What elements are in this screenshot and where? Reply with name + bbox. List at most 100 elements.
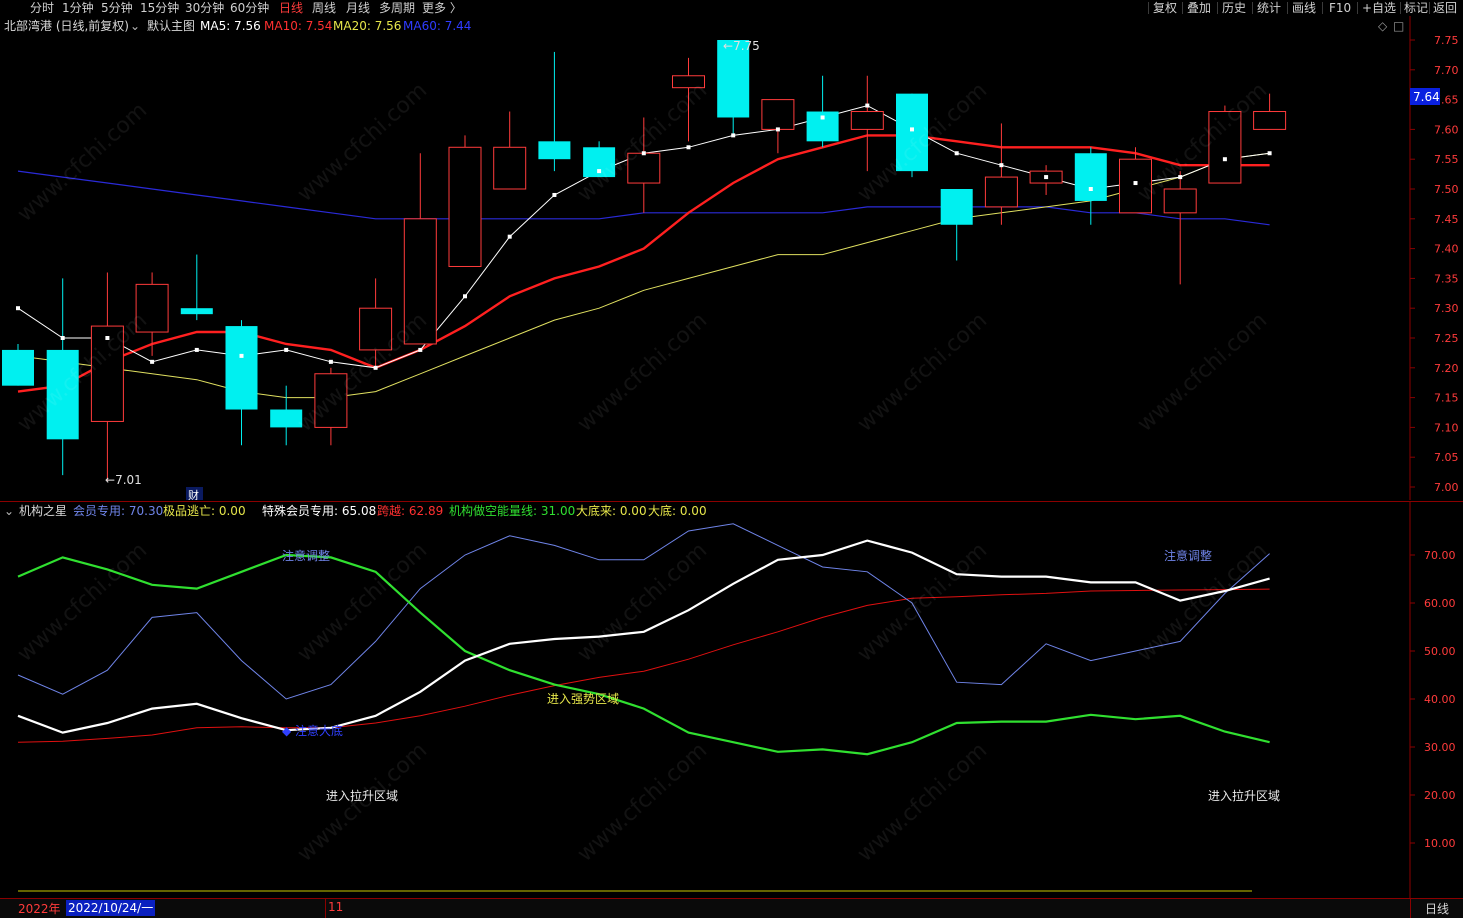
candle-body xyxy=(359,307,393,351)
energy-line xyxy=(17,553,1270,756)
axis-divider xyxy=(1410,899,1411,918)
candle[interactable] xyxy=(135,272,169,356)
low-price-label: ←7.01 xyxy=(105,473,142,487)
indicator-tick-label: 40.00 xyxy=(1424,693,1456,706)
year-label: 2022年 xyxy=(18,902,61,916)
ma5-point xyxy=(820,115,825,120)
ma5-point xyxy=(284,347,289,352)
candle[interactable] xyxy=(896,93,928,178)
indicator-tick-label: 50.00 xyxy=(1424,645,1456,658)
candle[interactable] xyxy=(359,278,393,368)
finance-badge-label: 财 xyxy=(188,488,199,500)
candle-body xyxy=(314,373,348,428)
candle[interactable] xyxy=(493,111,527,190)
ma5-point xyxy=(150,359,155,364)
indicator-chart[interactable]: 70.00 60.00 50.00 40.00 30.00 20.00 10.00 注意调整… xyxy=(0,502,1463,898)
candle[interactable] xyxy=(1208,105,1242,184)
price-tick-label: 7.40 xyxy=(1434,243,1459,256)
ma5-point xyxy=(239,353,244,358)
candle-body xyxy=(90,325,124,422)
ma5-point xyxy=(731,133,736,138)
indicator-tick-label: 10.00 xyxy=(1424,837,1456,850)
month-label: 11 xyxy=(328,900,344,914)
raise-zone-annotation-2: 进入拉升区域 xyxy=(1208,788,1280,803)
candle[interactable] xyxy=(538,51,571,172)
ma5-point xyxy=(1044,175,1049,180)
price-tick-label: 7.60 xyxy=(1434,123,1459,136)
candle-body xyxy=(1208,111,1242,184)
ma5-point xyxy=(1178,175,1183,180)
raise-zone-annotation-1: 进入拉升区域 xyxy=(326,788,398,803)
candle-body xyxy=(180,308,213,315)
price-tick-label: 7.70 xyxy=(1434,64,1459,77)
price-tick-label: 7.00 xyxy=(1434,481,1459,494)
candle[interactable] xyxy=(1029,165,1063,195)
candle-body xyxy=(135,283,169,333)
candle[interactable] xyxy=(984,123,1018,225)
indicator-tick-label: 70.00 xyxy=(1424,549,1456,562)
candle-body xyxy=(984,176,1018,208)
ma5-point xyxy=(194,347,199,352)
ma5-point xyxy=(463,294,467,299)
candle[interactable] xyxy=(270,385,303,446)
candle[interactable] xyxy=(627,117,661,213)
candle[interactable] xyxy=(2,343,34,386)
ma5-point xyxy=(641,151,646,156)
candle-body xyxy=(270,409,303,428)
special-member-line xyxy=(17,539,1270,734)
candlestick-chart[interactable]: 7.757.707.657.607.557.507.457.407.357.30… xyxy=(0,0,1463,500)
date-axis-bar: 2022年 2022/10/24/一 11 日线 xyxy=(0,898,1463,918)
candle-body xyxy=(448,146,482,267)
ma5-point xyxy=(507,234,512,239)
candle[interactable] xyxy=(806,75,839,148)
price-tick-label: 7.05 xyxy=(1434,451,1459,464)
ma5-point xyxy=(328,359,333,364)
strong-zone-annotation: 进入强势区域 xyxy=(547,692,619,706)
ma5-point xyxy=(105,336,110,340)
candle-body xyxy=(627,152,661,184)
candle[interactable] xyxy=(717,40,750,136)
ma5-point xyxy=(910,127,914,132)
candle-body xyxy=(761,99,795,130)
ma5-point xyxy=(597,169,602,174)
ma5-point xyxy=(16,306,20,311)
indicator-tick-label: 20.00 xyxy=(1424,789,1456,802)
candle[interactable] xyxy=(1163,171,1197,285)
price-tick-label: 7.15 xyxy=(1434,392,1459,405)
candle[interactable] xyxy=(314,367,348,446)
candle-body xyxy=(225,326,258,410)
member-line xyxy=(17,523,1270,700)
candle[interactable] xyxy=(180,254,213,321)
candle[interactable] xyxy=(403,153,437,345)
ma5-point xyxy=(865,103,870,108)
candle-body xyxy=(493,146,527,190)
candle-body xyxy=(896,93,928,172)
indicator-tick-label: 30.00 xyxy=(1424,741,1456,754)
candle-body xyxy=(1119,158,1152,214)
ma5-point xyxy=(999,163,1004,168)
candle[interactable] xyxy=(448,135,482,267)
price-tick-label: 7.30 xyxy=(1434,302,1459,315)
candle[interactable] xyxy=(225,320,258,446)
ma5-point xyxy=(1133,181,1138,186)
price-tick-label: 7.25 xyxy=(1434,332,1459,345)
candle-body xyxy=(940,189,973,225)
ma5-point xyxy=(1267,151,1272,156)
indicator-tick-label: 60.00 xyxy=(1424,597,1456,610)
ma5-point xyxy=(552,192,557,197)
candle-body xyxy=(46,349,79,440)
cursor-date-label: 2022/10/24/一 xyxy=(66,900,156,916)
candle[interactable] xyxy=(672,57,705,142)
candle[interactable] xyxy=(1253,93,1287,130)
ma5-point xyxy=(1222,157,1227,162)
candle[interactable] xyxy=(761,99,795,154)
candle[interactable] xyxy=(850,75,884,172)
candle[interactable] xyxy=(90,272,124,482)
candle-body xyxy=(672,75,705,89)
candle-body xyxy=(403,218,437,345)
candle-body xyxy=(850,111,884,130)
candle[interactable] xyxy=(46,278,79,476)
candle[interactable] xyxy=(940,189,973,261)
attention-annotation-2: 注意调整 xyxy=(1164,548,1212,563)
period-indicator[interactable]: 日线 xyxy=(1425,900,1449,917)
